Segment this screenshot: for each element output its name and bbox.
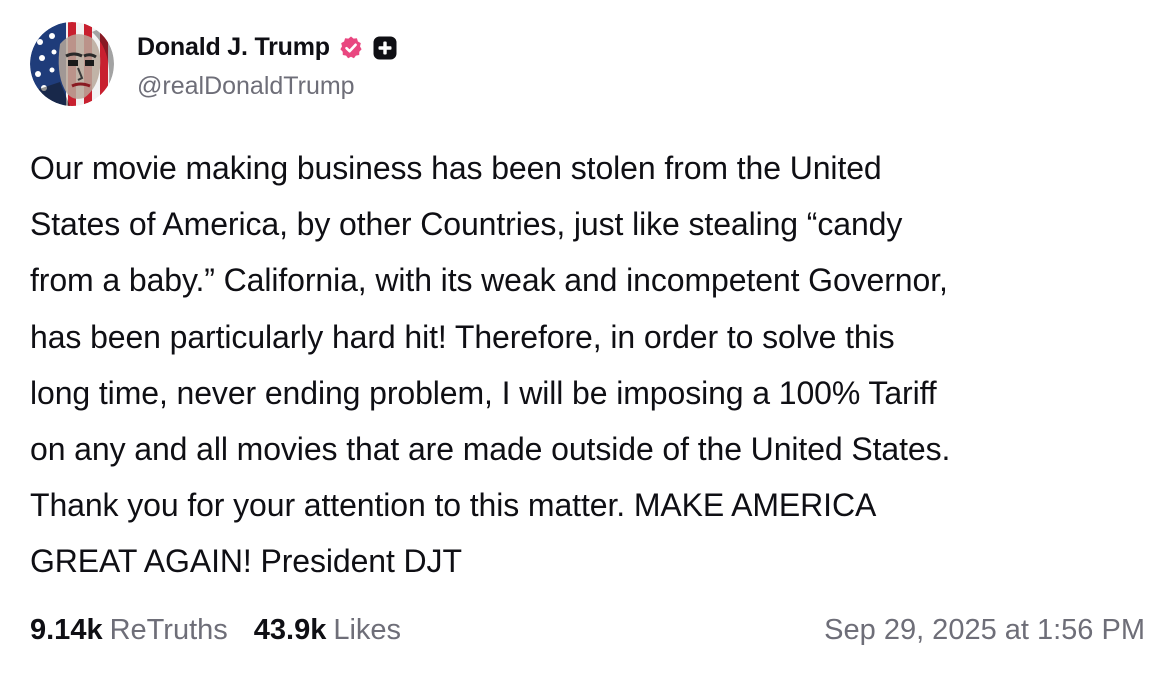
retruths-stat[interactable]: 9.14k ReTruths	[30, 614, 228, 647]
avatar[interactable]	[30, 22, 114, 106]
author-display-name[interactable]: Donald J. Trump	[137, 33, 330, 62]
author-handle[interactable]: @realDonaldTrump	[137, 72, 398, 101]
post-card: Donald J. Trump @realDonaldTrump Our mov…	[0, 0, 1163, 675]
name-row: Donald J. Trump	[137, 28, 398, 68]
likes-count: 43.9k	[253, 613, 327, 646]
flag-portrait-avatar-icon	[30, 22, 114, 106]
post-timestamp[interactable]: Sep 29, 2025 at 1:56 PM	[824, 608, 1145, 652]
likes-label: Likes	[333, 613, 402, 646]
likes-stat[interactable]: 43.9k Likes	[254, 614, 401, 647]
post-header: Donald J. Trump @realDonaldTrump	[30, 22, 398, 106]
verified-badge-icon	[338, 35, 364, 61]
post-stats: 9.14k ReTruths 43.9k Likes	[30, 608, 401, 652]
retruths-count: 9.14k	[30, 613, 103, 646]
plus-badge-icon	[372, 35, 398, 61]
post-body-text: Our movie making business has been stole…	[30, 150, 951, 580]
retruths-label: ReTruths	[109, 613, 228, 646]
author-identity: Donald J. Trump @realDonaldTrump	[137, 22, 398, 106]
